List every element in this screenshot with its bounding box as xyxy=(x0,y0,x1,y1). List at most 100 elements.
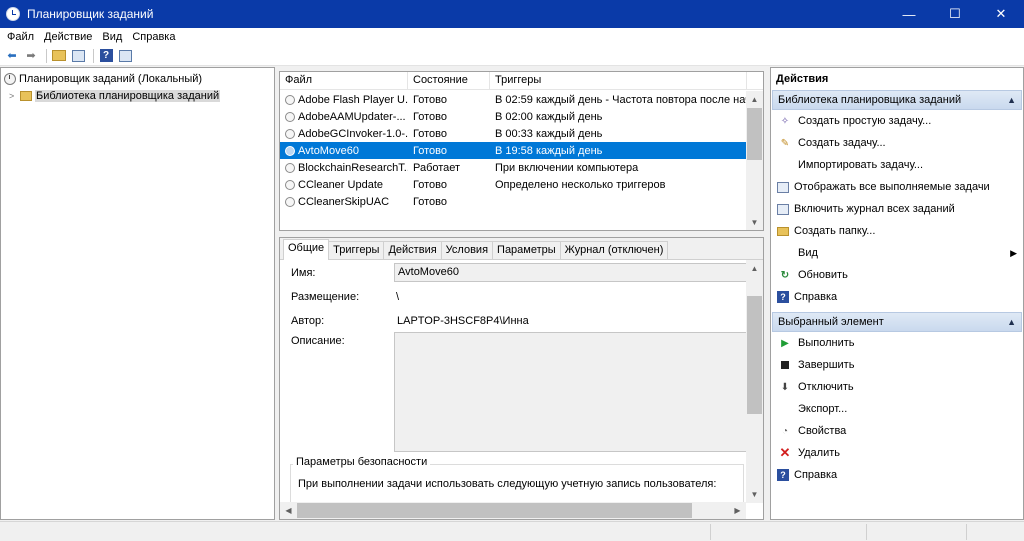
task-icon xyxy=(285,179,295,190)
action-properties[interactable]: ◔ Свойства xyxy=(771,420,1023,442)
name-label: Имя: xyxy=(291,267,316,279)
menu-file[interactable]: Файл xyxy=(2,31,39,43)
task-state: Готово xyxy=(413,127,447,140)
action-create-basic-task[interactable]: ✧ Создать простую задачу... xyxy=(771,110,1023,132)
action-delete[interactable]: ✕ Удалить xyxy=(771,442,1023,464)
task-row[interactable]: Adobe Flash Player U... Готово В 02:59 к… xyxy=(280,91,747,108)
tab-history[interactable]: Журнал (отключен) xyxy=(559,241,669,259)
scroll-up-icon[interactable]: ▲ xyxy=(746,260,763,277)
security-account-text: При выполнении задачи использовать следу… xyxy=(298,478,717,490)
center-pane: Файл Состояние Триггеры Adobe Flash Play… xyxy=(279,67,766,520)
close-button[interactable]: ✕ xyxy=(978,0,1024,28)
section-header-library[interactable]: Библиотека планировщика заданий ▲ xyxy=(772,90,1022,110)
expand-chevron-icon[interactable]: > xyxy=(9,91,17,101)
task-trigger: Определено несколько триггеров xyxy=(495,178,666,191)
task-state: Готово xyxy=(413,110,447,123)
description-field[interactable] xyxy=(394,332,747,452)
collapse-arrow-icon[interactable]: ▲ xyxy=(1007,317,1016,327)
task-icon xyxy=(285,128,295,139)
task-state: Готово xyxy=(413,178,447,191)
menu-action[interactable]: Действие xyxy=(39,31,97,43)
column-header-triggers[interactable]: Триггеры xyxy=(490,72,747,90)
action-enable-history[interactable]: Включить журнал всех заданий xyxy=(771,198,1023,220)
action-pane-button[interactable] xyxy=(117,48,133,64)
action-view[interactable]: Вид ▶ xyxy=(771,242,1023,264)
scroll-left-icon[interactable]: ◀ xyxy=(280,502,297,519)
action-export[interactable]: Экспорт... xyxy=(771,398,1023,420)
action-disable[interactable]: ⬇ Отключить xyxy=(771,376,1023,398)
menu-view[interactable]: Вид xyxy=(97,31,127,43)
tab-settings[interactable]: Параметры xyxy=(492,241,561,259)
action-import-task[interactable]: Импортировать задачу... xyxy=(771,154,1023,176)
task-name: AvtoMove60 xyxy=(298,144,359,157)
menu-help[interactable]: Справка xyxy=(127,31,180,43)
toolbar-separator xyxy=(93,48,94,63)
column-header-file[interactable]: Файл xyxy=(280,72,408,90)
action-new-folder[interactable]: Создать папку... xyxy=(771,220,1023,242)
action-pane-icon xyxy=(118,49,132,62)
help-icon: ? xyxy=(99,49,113,62)
title-bar: Планировщик заданий — ☐ ✕ xyxy=(0,0,1024,28)
task-row[interactable]: BlockchainResearchT... Работает При вклю… xyxy=(280,159,747,176)
tab-general[interactable]: Общие xyxy=(283,239,330,260)
name-field[interactable]: AvtoMove60 xyxy=(394,263,747,282)
action-label: Экспорт... xyxy=(798,403,848,415)
toolbar: ⬅ ➡ ? xyxy=(0,46,1024,66)
tab-conditions[interactable]: Условия xyxy=(440,241,494,259)
action-help-selected[interactable]: ? Справка xyxy=(771,464,1023,486)
task-list-scrollbar[interactable]: ▲ ▼ xyxy=(746,91,763,230)
task-icon xyxy=(285,111,295,122)
task-row[interactable]: CCleanerSkipUAC Готово xyxy=(280,193,747,210)
action-label: Включить журнал всех заданий xyxy=(794,203,955,215)
action-help[interactable]: ? Справка xyxy=(771,286,1023,308)
detail-horizontal-scrollbar[interactable]: ◀ ▶ xyxy=(280,502,746,519)
wand-icon: ✧ xyxy=(780,115,790,127)
scroll-up-icon[interactable]: ▲ xyxy=(746,91,763,108)
scroll-down-icon[interactable]: ▼ xyxy=(746,214,763,230)
scroll-down-icon[interactable]: ▼ xyxy=(746,486,763,503)
task-icon xyxy=(285,145,295,156)
scroll-right-icon[interactable]: ▶ xyxy=(729,502,746,519)
collapse-arrow-icon[interactable]: ▲ xyxy=(1007,95,1016,105)
up-folder-button[interactable] xyxy=(51,48,67,64)
back-arrow-icon[interactable]: ⬅ xyxy=(4,48,20,64)
maximize-button[interactable]: ☐ xyxy=(932,0,978,28)
action-run[interactable]: ▶ Выполнить xyxy=(771,332,1023,354)
minimize-button[interactable]: — xyxy=(886,0,932,28)
task-name: CCleanerSkipUAC xyxy=(298,195,390,208)
tree-item-root[interactable]: Планировщик заданий (Локальный) xyxy=(1,70,274,87)
help-icon: ? xyxy=(777,291,789,303)
blank-icon xyxy=(777,402,793,416)
window-title: Планировщик заданий xyxy=(27,7,154,21)
action-label: Отображать все выполняемые задачи xyxy=(794,181,990,193)
task-row[interactable]: CCleaner Update Готово Определено нескол… xyxy=(280,176,747,193)
disable-icon: ⬇ xyxy=(780,381,790,393)
author-label: Автор: xyxy=(291,315,325,327)
action-create-task[interactable]: ✎ Создать задачу... xyxy=(771,132,1023,154)
task-trigger: В 19:58 каждый день xyxy=(495,144,603,157)
tree-item-library[interactable]: > Библиотека планировщика заданий xyxy=(1,87,274,104)
tab-actions[interactable]: Действия xyxy=(383,241,442,259)
window-controls: — ☐ ✕ xyxy=(886,0,1024,28)
section-header-selected-item[interactable]: Выбранный элемент ▲ xyxy=(772,312,1022,332)
task-row[interactable]: AdobeGCInvoker-1.0-... Готово В 00:33 ка… xyxy=(280,125,747,142)
forward-arrow-icon[interactable]: ➡ xyxy=(23,48,39,64)
blank-icon xyxy=(777,158,793,172)
column-header-state[interactable]: Состояние xyxy=(408,72,490,90)
task-name: CCleaner Update xyxy=(298,178,383,191)
help-button[interactable]: ? xyxy=(98,48,114,64)
task-row[interactable]: AdobeAAMUpdater-... Готово В 02:00 кажды… xyxy=(280,108,747,125)
task-row-selected[interactable]: AvtoMove60 Готово В 19:58 каждый день xyxy=(280,142,747,159)
show-hide-tree-button[interactable] xyxy=(70,48,86,64)
scroll-thumb[interactable] xyxy=(747,296,762,414)
blank-icon xyxy=(777,246,793,260)
action-refresh[interactable]: ↻ Обновить xyxy=(771,264,1023,286)
action-end[interactable]: Завершить xyxy=(771,354,1023,376)
task-state: Готово xyxy=(413,195,447,208)
detail-vertical-scrollbar[interactable]: ▲ ▼ xyxy=(746,260,763,503)
tab-triggers[interactable]: Триггеры xyxy=(328,241,385,259)
scroll-thumb[interactable] xyxy=(297,503,692,518)
scroll-thumb[interactable] xyxy=(747,108,762,160)
action-show-running-tasks[interactable]: Отображать все выполняемые задачи xyxy=(771,176,1023,198)
status-segment xyxy=(966,524,967,540)
